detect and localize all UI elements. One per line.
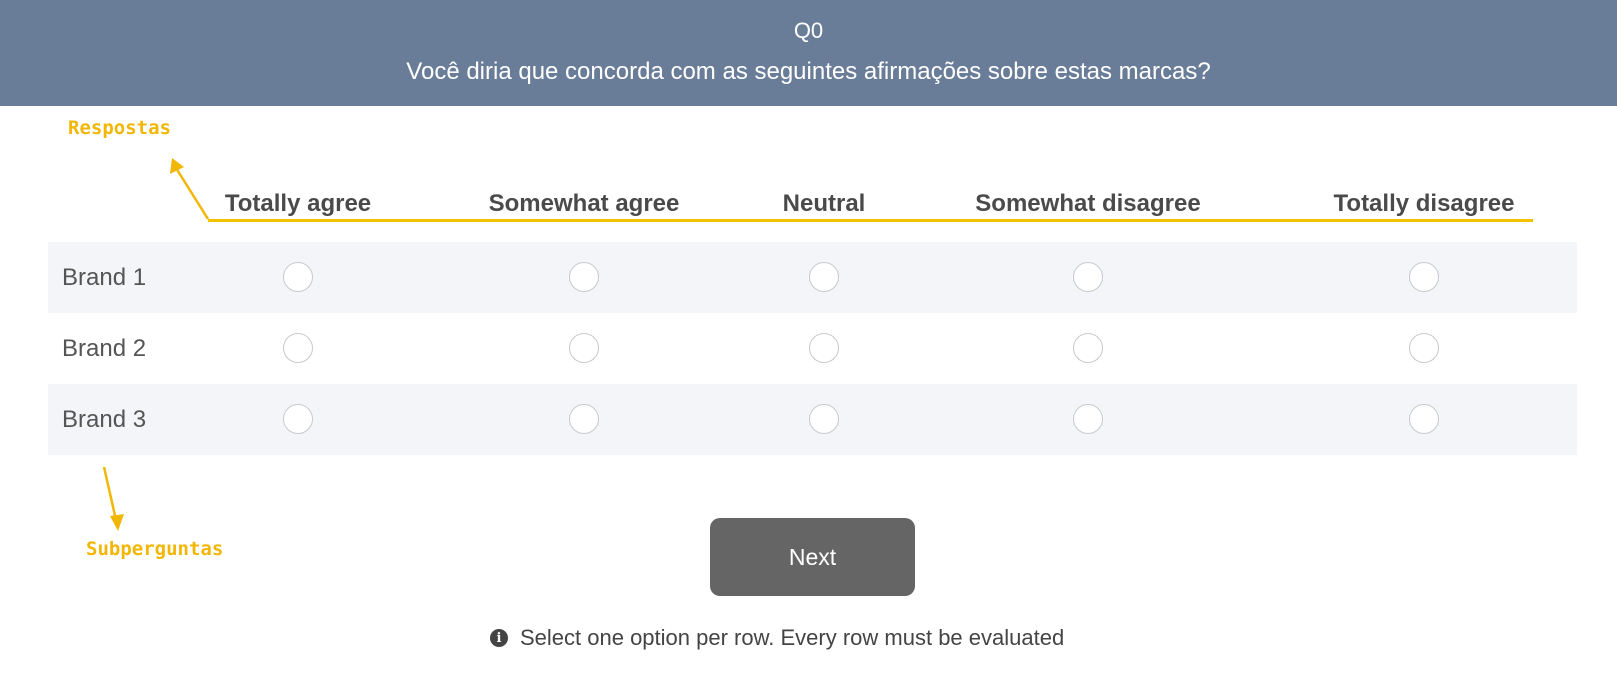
column-header-totally-disagree: Totally disagree bbox=[1333, 190, 1515, 217]
responses-arrow-line bbox=[174, 167, 210, 220]
radio-brand-3-somewhat-agree[interactable] bbox=[569, 404, 599, 434]
column-header-somewhat-disagree: Somewhat disagree bbox=[975, 190, 1201, 217]
radio-brand-2-totally-disagree[interactable] bbox=[1409, 333, 1439, 363]
radio-brand-2-totally-agree[interactable] bbox=[283, 333, 313, 363]
radio-brand-1-somewhat-disagree[interactable] bbox=[1073, 262, 1103, 292]
radio-brand-1-somewhat-agree[interactable] bbox=[569, 262, 599, 292]
column-header-somewhat-agree: Somewhat agree bbox=[488, 190, 680, 217]
matrix-row-brand-3: Brand 3 bbox=[48, 384, 1577, 455]
info-icon: i bbox=[490, 629, 508, 647]
hint-text: Select one option per row. Every row mus… bbox=[520, 625, 1065, 650]
radio-brand-2-somewhat-disagree[interactable] bbox=[1073, 333, 1103, 363]
subquestions-arrowhead bbox=[110, 514, 124, 531]
row-label: Brand 3 bbox=[62, 406, 147, 433]
radio-brand-3-totally-agree[interactable] bbox=[283, 404, 313, 434]
next-button[interactable]: Next bbox=[710, 518, 915, 596]
radio-brand-1-totally-agree[interactable] bbox=[283, 262, 313, 292]
radio-brand-1-totally-disagree[interactable] bbox=[1409, 262, 1439, 292]
validation-hint: i Select one option per row. Every row m… bbox=[490, 625, 1064, 651]
column-header-neutral: Neutral bbox=[782, 190, 866, 217]
row-label: Brand 2 bbox=[62, 335, 147, 362]
radio-brand-1-neutral[interactable] bbox=[809, 262, 839, 292]
radio-brand-3-totally-disagree[interactable] bbox=[1409, 404, 1439, 434]
radio-brand-2-neutral[interactable] bbox=[809, 333, 839, 363]
radio-brand-2-somewhat-agree[interactable] bbox=[569, 333, 599, 363]
column-header-totally-agree: Totally agree bbox=[224, 190, 372, 217]
matrix-row-brand-1: Brand 1 bbox=[48, 242, 1577, 313]
responses-underline bbox=[208, 219, 1533, 222]
subquestions-arrow-line bbox=[102, 466, 118, 521]
answer-matrix: Brand 1 Brand 2 Brand 3 bbox=[48, 242, 1577, 455]
row-label: Brand 1 bbox=[62, 264, 147, 291]
matrix-row-brand-2: Brand 2 bbox=[48, 313, 1577, 384]
radio-brand-3-somewhat-disagree[interactable] bbox=[1073, 404, 1103, 434]
radio-brand-3-neutral[interactable] bbox=[809, 404, 839, 434]
